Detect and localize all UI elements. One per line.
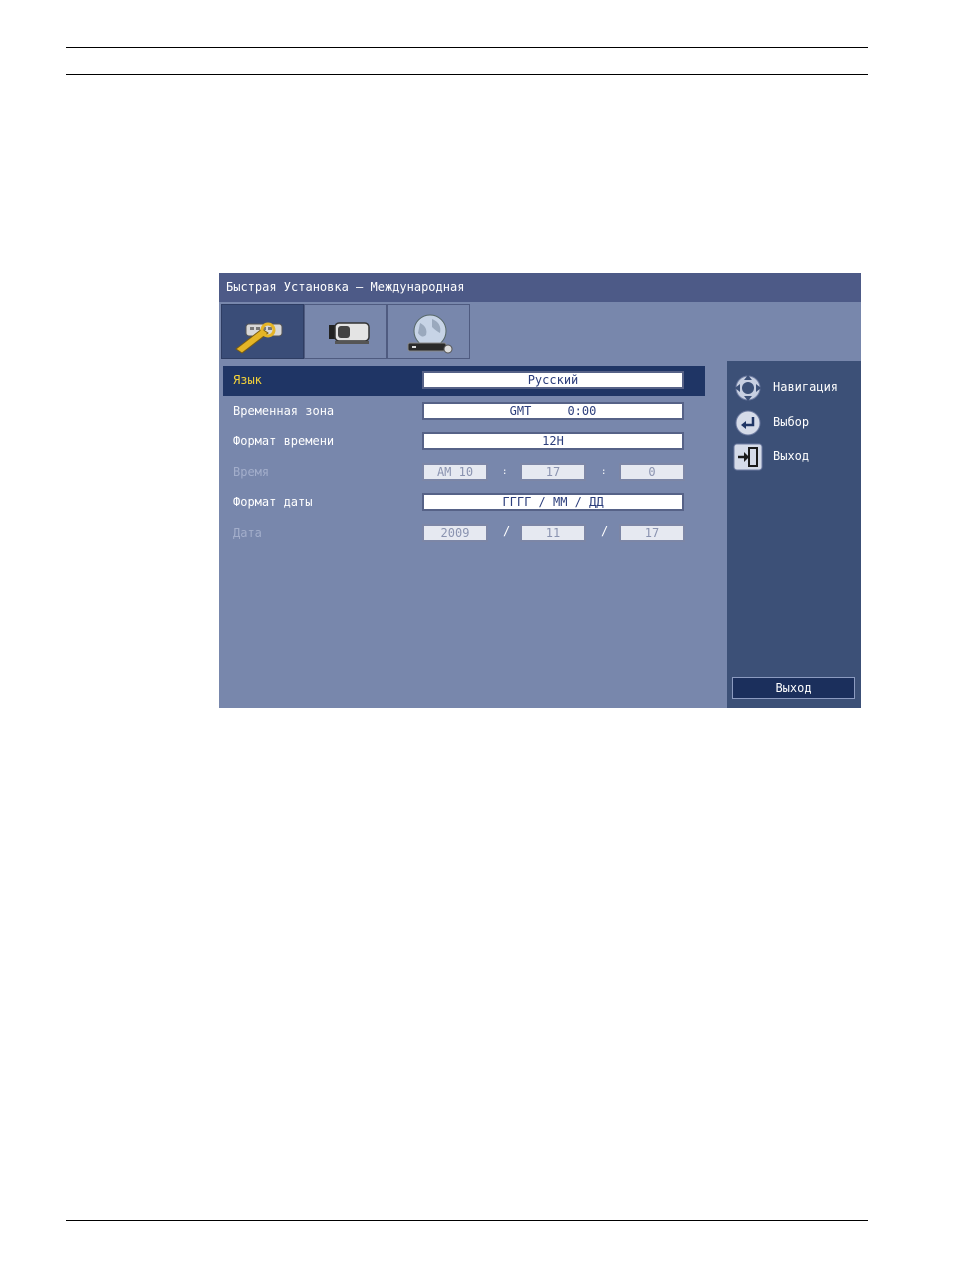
header-rule-bottom	[66, 74, 868, 75]
time-separator-1: :	[502, 467, 508, 477]
time-format-select[interactable]: 12H	[422, 432, 684, 450]
time-hour-field[interactable]: AM 10	[422, 463, 488, 481]
exit-icon	[733, 443, 763, 471]
date-label: Дата	[233, 526, 262, 540]
date-separator-2: /	[601, 524, 609, 538]
wrench-keyboard-icon	[235, 322, 283, 354]
tab-network[interactable]	[387, 304, 470, 359]
time-label: Время	[233, 465, 270, 479]
date-month-field[interactable]: 11	[520, 524, 586, 542]
hint-exit: Выход	[732, 442, 809, 472]
timezone-label: Временная зона	[233, 404, 335, 418]
hint-select-label: Выбор	[773, 415, 810, 429]
quick-setup-screen: Быстрая Установка – Международная Язык Р…	[219, 273, 861, 708]
hint-exit-label: Выход	[773, 449, 810, 463]
date-format-label: Формат даты	[233, 495, 313, 509]
dpad-icon	[735, 375, 761, 401]
language-select[interactable]: Русский	[422, 371, 684, 389]
time-minute-field[interactable]: 17	[520, 463, 586, 481]
side-panel: Навигация Выбор Выход Выход	[727, 361, 861, 708]
hint-select: Выбор	[732, 408, 809, 438]
footer-rule	[66, 1220, 868, 1221]
date-year-field[interactable]: 2009	[422, 524, 488, 542]
date-separator-1: /	[503, 524, 511, 538]
tab-settings[interactable]	[221, 304, 304, 359]
time-separator-2: :	[601, 467, 607, 477]
header-rule-top	[66, 47, 868, 48]
language-label: Язык	[233, 373, 262, 387]
globe-network-icon	[407, 314, 453, 354]
hint-navigation: Навигация	[732, 373, 838, 403]
camera-icon	[329, 322, 370, 344]
window-title: Быстрая Установка – Международная	[219, 273, 861, 302]
tab-cameras[interactable]	[304, 304, 387, 359]
exit-button[interactable]: Выход	[732, 677, 855, 699]
date-format-select[interactable]: ГГГГ / ММ / ДД	[422, 493, 684, 511]
hint-navigation-label: Навигация	[773, 380, 839, 394]
time-second-field[interactable]: 0	[619, 463, 685, 481]
enter-icon	[735, 410, 761, 436]
date-day-field[interactable]: 17	[619, 524, 685, 542]
time-format-label: Формат времени	[233, 434, 335, 448]
timezone-select[interactable]: GMT 0:00	[422, 402, 684, 420]
